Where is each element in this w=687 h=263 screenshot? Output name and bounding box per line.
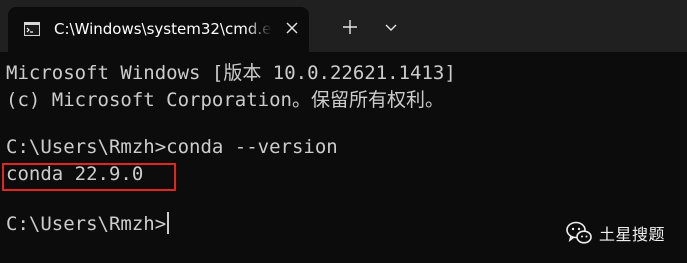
cmd-icon	[24, 22, 40, 36]
watermark-text: 土星搜题	[599, 225, 666, 244]
chevron-down-icon	[385, 24, 397, 31]
prompt-line[interactable]: C:\Users\Rmzh>	[6, 211, 170, 237]
wechat-logo-icon	[565, 219, 593, 247]
terminal-window: C:\Windows\system32\cmd.exe Microsoft Wi…	[0, 0, 687, 263]
tab-title: C:\Windows\system32\cmd.exe	[54, 20, 272, 38]
copyright-line: (c) Microsoft Corporation。保留所有权利。	[6, 89, 444, 111]
highlight-box	[2, 163, 176, 191]
title-bar: C:\Windows\system32\cmd.exe	[0, 0, 687, 52]
tab-dropdown-button[interactable]	[379, 14, 403, 40]
tab-cmd[interactable]: C:\Windows\system32\cmd.exe	[8, 7, 309, 52]
text-cursor	[167, 212, 170, 234]
new-tab-button[interactable]	[337, 14, 363, 40]
watermark: 土星搜题	[565, 219, 665, 247]
command-line: C:\Users\Rmzh>conda --version	[6, 136, 338, 158]
plus-icon	[343, 20, 357, 34]
prompt-text: C:\Users\Rmzh>	[6, 213, 167, 235]
version-line: Microsoft Windows [版本 10.0.22621.1413]	[6, 62, 456, 84]
close-icon[interactable]	[284, 20, 300, 36]
